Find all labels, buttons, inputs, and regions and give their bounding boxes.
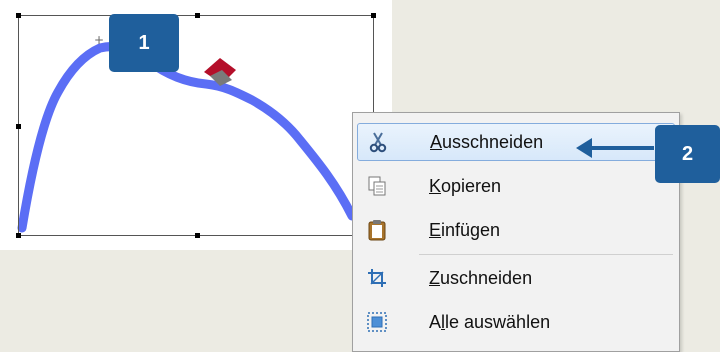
callout-badge-2: 2 <box>655 125 720 183</box>
menu-item-crop[interactable]: Zuschneiden <box>357 259 675 297</box>
menu-item-label: Ausschneiden <box>430 131 544 152</box>
menu-item-label: Zuschneiden <box>429 267 533 288</box>
copy-icon <box>357 167 397 205</box>
menu-item-label: Kopieren <box>429 175 502 196</box>
menu-item-label: Alle auswählen <box>429 311 551 332</box>
menu-item-select-all[interactable]: Alle auswählen <box>357 303 675 341</box>
paint-canvas[interactable]: + <box>0 0 392 250</box>
select-all-icon <box>357 303 397 341</box>
paste-icon <box>357 211 397 249</box>
menu-item-paste[interactable]: Einfügen <box>357 211 675 249</box>
menu-item-copy[interactable]: Kopieren <box>357 167 675 205</box>
callout-badge-1: 1 <box>109 14 179 72</box>
crop-icon <box>357 259 397 297</box>
resize-handle[interactable] <box>16 124 21 129</box>
resize-handle[interactable] <box>195 233 200 238</box>
resize-handle[interactable] <box>195 13 200 18</box>
scissors-icon <box>358 123 398 161</box>
menu-separator <box>419 254 673 255</box>
pointer-arrow <box>576 138 654 158</box>
resize-handle[interactable] <box>16 13 21 18</box>
resize-handle[interactable] <box>371 13 376 18</box>
selection-rectangle[interactable] <box>16 13 376 238</box>
resize-handle[interactable] <box>16 233 21 238</box>
menu-item-label: Einfügen <box>429 219 501 240</box>
